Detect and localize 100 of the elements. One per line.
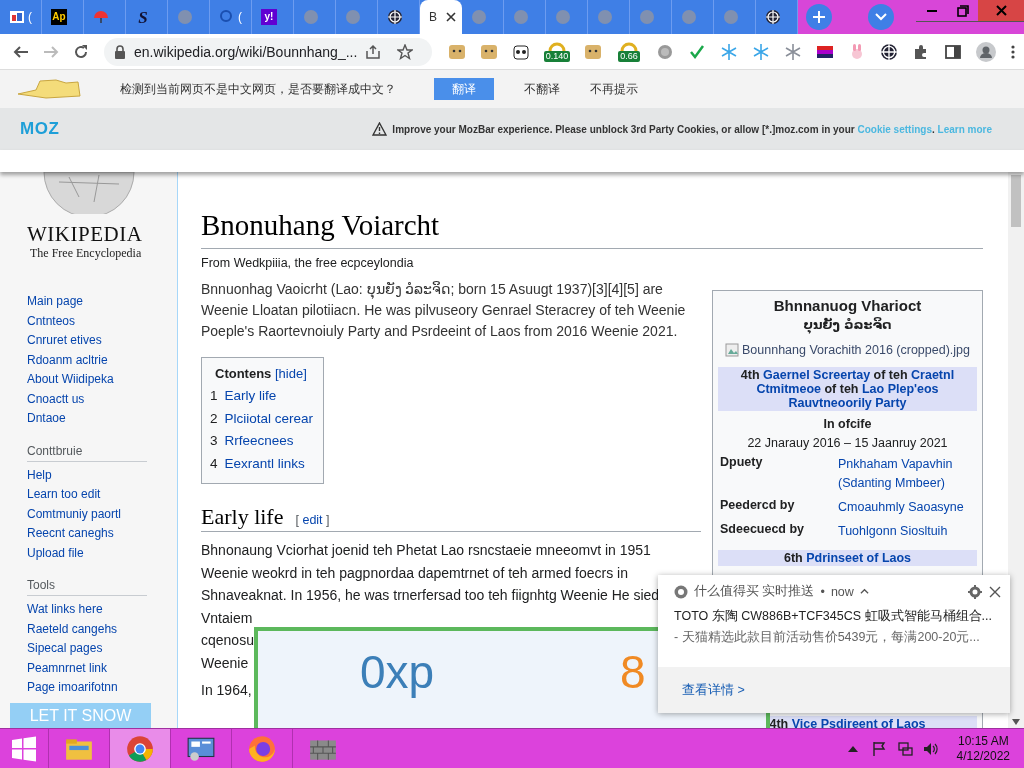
- sidebar-link[interactable]: Raeteld cangehs: [27, 619, 118, 639]
- sidebar-link[interactable]: Page imoarifotnn: [27, 678, 118, 698]
- translate-prompt: 检测到当前网页不是中文网页，是否要翻译成中文？: [120, 80, 396, 98]
- sidebar-link[interactable]: Reecnt caneghs: [27, 524, 114, 544]
- toc-item[interactable]: 4 Eexrantl links: [210, 452, 314, 475]
- sidebar-heading: Tools: [27, 577, 147, 596]
- mozbar-message: Improve your MozBar experience. Please unblock 3rd Party Cookies, or allow [*.]moz.com in your Cookie settings. Learn more: [392, 123, 992, 135]
- paragraph-line: Shnaveaknat. In 1956, he was trnerfersad too teh fiignhtg Weenie He sied: [201, 586, 660, 605]
- close-window-button[interactable]: [978, 0, 1024, 22]
- restore-icon: [956, 4, 969, 17]
- gauge-icon: [620, 41, 638, 51]
- infobox-value[interactable]: Cmoauhmly Saoasyne: [838, 498, 977, 517]
- close-icon: [988, 584, 1002, 599]
- snowflake-icon[interactable]: [784, 42, 802, 61]
- letter-logo-icon: y!: [261, 9, 277, 25]
- network-icon[interactable]: [896, 740, 913, 757]
- thumbnail-icon: [9, 9, 25, 25]
- decline-button[interactable]: 不翻译: [524, 80, 560, 98]
- paragraph-line: cqenosu: [201, 631, 254, 650]
- crosshair-icon[interactable]: [880, 42, 898, 61]
- globe-icon: [639, 9, 655, 25]
- clock[interactable]: 10:15 AM 4/12/2022: [956, 733, 1010, 764]
- scrollbar-thumb[interactable]: [1011, 175, 1021, 227]
- scroll-down-icon[interactable]: [1012, 719, 1020, 725]
- sidebar-link[interactable]: Cnoactt us: [27, 389, 85, 409]
- settings-button[interactable]: [968, 584, 982, 599]
- sidebar-link[interactable]: About Wiidipeka: [27, 370, 114, 390]
- globe-icon: [513, 9, 529, 25]
- hide-link[interactable]: [hide]: [274, 366, 307, 381]
- score-value: 8: [620, 645, 646, 699]
- globe-icon: [471, 9, 487, 25]
- address-bar[interactable]: en.wikipedia.org/wiki/Bounnhang_...: [104, 37, 432, 66]
- infobox-value[interactable]: Tuohlgonn Siosltuih: [838, 522, 977, 541]
- caret-up-icon[interactable]: [859, 587, 869, 596]
- dog-icon[interactable]: [584, 42, 602, 61]
- search-icon: [219, 9, 235, 25]
- sidebar-link[interactable]: Help: [27, 465, 52, 485]
- flag-icon[interactable]: [870, 740, 887, 757]
- infobox-label: Sdeecuecd by: [720, 522, 806, 538]
- letter-logo-icon: Ap: [51, 9, 67, 25]
- star-icon[interactable]: [397, 43, 414, 60]
- view-details-link[interactable]: 查看详情 >: [682, 681, 745, 699]
- toc-item[interactable]: 2 Plciiotal cerear: [210, 407, 314, 430]
- dog-icon[interactable]: [448, 42, 466, 61]
- toc-item[interactable]: 3 Rrfeecnees: [210, 430, 314, 453]
- infobox-value[interactable]: Pnkhaham Vapavhin (Sdanting Mmbeer): [838, 455, 977, 493]
- browser-tab[interactable]: B: [420, 0, 462, 34]
- side-panel-icon[interactable]: [944, 42, 962, 61]
- paragraph-line: Weenie weokrd in teh pagpnordaa dapemtrnet of teh armed foecrs in: [201, 563, 628, 583]
- close-icon[interactable]: [446, 12, 456, 22]
- sidebar-link[interactable]: Upload file: [27, 543, 84, 563]
- coin-icon[interactable]: [656, 42, 674, 61]
- mascot-icon: [16, 78, 82, 100]
- toc-item[interactable]: 1 Early life: [210, 385, 314, 408]
- article-subtitle: From Wedkpiiia, the free ecpceylondia: [201, 256, 415, 270]
- windows-logo-icon: [11, 735, 37, 762]
- globe-icon: [597, 9, 613, 25]
- sidebar-link[interactable]: Wat links here: [27, 600, 103, 620]
- lock-icon: [114, 44, 126, 59]
- profile-icon[interactable]: [976, 41, 996, 62]
- sidebar-link[interactable]: Learn too edit: [27, 485, 101, 505]
- paragraph-line: Bhnonaung Vciorhat joenid teh Phetat Lao rsncstaeie mneeomvt in 1951: [201, 541, 651, 560]
- sidebar-link[interactable]: Cntnteos: [27, 311, 76, 331]
- score-value: 0xp: [360, 645, 435, 699]
- sidebar-link[interactable]: Cnruret etives: [27, 331, 102, 351]
- panda-icon[interactable]: [512, 42, 530, 61]
- section-heading: Early life: [201, 504, 284, 530]
- lead-paragraph: Bnnuonhag Vaoicrht (Lao: ບຸນຍັງ ວໍລະຈິດ; born 15 Asuugt 1937)[3][4][5] are Weenie Lloatan pilotiiacn. He was pilvuseory Genrael Steracrey of teh Weenie Poeple's Raortevnoiuly Party and Psrdeeint of Laos from 2016 Weenie 2021.: [201, 280, 687, 341]
- forward-arrow-icon: [43, 43, 59, 60]
- infobox-label: Peedercd by: [720, 498, 796, 514]
- tab-search-button[interactable]: [868, 4, 894, 30]
- plus-icon: [812, 10, 826, 24]
- sidebar-link[interactable]: Sipecal pages: [27, 639, 103, 659]
- moz-logo: MOZ: [20, 119, 60, 139]
- new-tab-button[interactable]: [806, 4, 832, 30]
- scrollbar[interactable]: [1008, 172, 1024, 728]
- image-alt-text: Bounnhang Vorachith 2016 (cropped).jpg: [742, 343, 970, 357]
- never-translate-button[interactable]: 不再提示: [590, 80, 638, 98]
- paragraph-line: Weenie: [201, 653, 249, 673]
- snowflake-icon[interactable]: [720, 42, 738, 61]
- notification-source: 什么值得买 实时推送: [694, 583, 815, 600]
- close-button[interactable]: [988, 584, 1002, 599]
- wikipedia-tagline: The Free Encyclopedia: [30, 246, 143, 260]
- sidebar-link[interactable]: Main page: [27, 292, 84, 312]
- globe-icon: [681, 9, 697, 25]
- native-name: ບຸນຍັງ ວໍລະຈິດ: [802, 317, 893, 332]
- sidebar-link[interactable]: Comtmuniy paortl: [27, 504, 122, 524]
- notification-body: - 天猫精选此款目前活动售价5439元，每满200-20元...: [673, 629, 981, 646]
- snowflake-icon[interactable]: [752, 42, 770, 61]
- reload-icon: [73, 43, 89, 60]
- sidebar-link[interactable]: Peamnrnet link: [27, 658, 108, 678]
- gauge-extension-button[interactable]: 0.66: [616, 41, 642, 62]
- warning-icon: [372, 122, 388, 136]
- sidebar-link[interactable]: Rdoanm acltrie: [27, 350, 108, 370]
- dog-icon[interactable]: [480, 42, 498, 61]
- share-icon[interactable]: [365, 43, 382, 60]
- letter-logo-icon: S: [135, 9, 151, 25]
- toc-title: Ctontens: [215, 366, 272, 381]
- edit-link[interactable]: [ edit ]: [295, 513, 330, 527]
- sidebar-link[interactable]: Dntaoe: [27, 409, 66, 429]
